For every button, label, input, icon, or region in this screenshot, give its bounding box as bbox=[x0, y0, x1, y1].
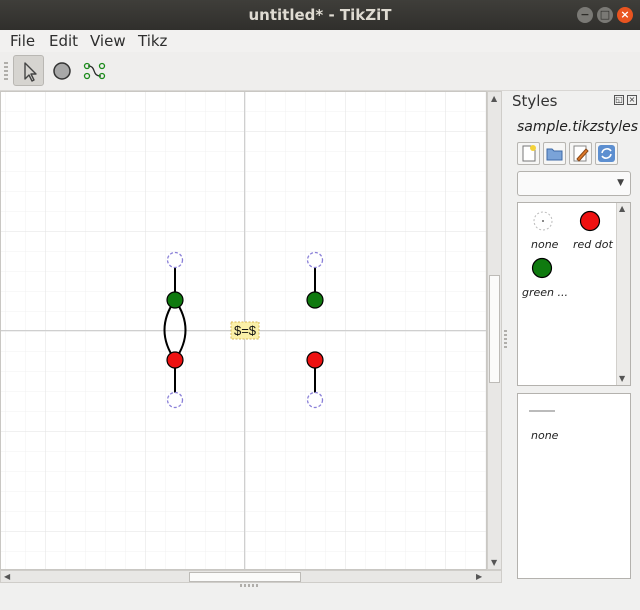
styles-panel: Styles ◱ × sample.tikzstyles ▼ ▲ ▼ none … bbox=[508, 91, 640, 586]
label-node-text: $=$ bbox=[234, 323, 257, 338]
title-bar: untitled* - TikZiT − □ × bbox=[0, 0, 640, 30]
red-dot-node[interactable] bbox=[166, 351, 184, 369]
none-style-swatch bbox=[533, 211, 553, 231]
float-panel-icon[interactable]: ◱ bbox=[614, 95, 624, 105]
refresh-icon bbox=[598, 145, 615, 162]
scroll-down-icon[interactable]: ▼ bbox=[491, 558, 497, 567]
scroll-right-icon[interactable]: ▶ bbox=[476, 572, 482, 581]
none-node[interactable] bbox=[166, 391, 184, 409]
scroll-down-icon[interactable]: ▼ bbox=[619, 374, 625, 383]
close-panel-icon[interactable]: × bbox=[627, 95, 637, 105]
none-node[interactable] bbox=[306, 391, 324, 409]
close-button[interactable]: × bbox=[617, 7, 633, 23]
open-folder-icon bbox=[546, 148, 563, 161]
new-style-button[interactable] bbox=[517, 142, 540, 165]
menu-view[interactable]: View bbox=[90, 32, 126, 50]
node-style-label: green ... bbox=[522, 286, 568, 299]
styles-panel-title: Styles bbox=[512, 92, 558, 110]
green-dot-swatch bbox=[531, 257, 553, 279]
bottom-resize-grip[interactable] bbox=[240, 584, 260, 587]
window-title: untitled* - TikZiT bbox=[248, 6, 392, 24]
green-dot-node[interactable] bbox=[166, 291, 184, 309]
edge-tool-button[interactable] bbox=[79, 55, 110, 86]
toolbar bbox=[0, 52, 640, 91]
pointer-icon bbox=[24, 62, 37, 82]
refresh-style-button[interactable] bbox=[595, 142, 618, 165]
menu-tikz[interactable]: Tikz bbox=[138, 32, 167, 50]
select-tool-button[interactable] bbox=[13, 55, 44, 86]
node-style-label: red dot bbox=[573, 238, 613, 251]
edge-style-swatch bbox=[529, 410, 555, 412]
scroll-up-icon[interactable]: ▲ bbox=[619, 204, 625, 213]
vertical-scrollbar[interactable]: ▲ ▼ bbox=[487, 91, 502, 570]
edge-style-list[interactable]: none bbox=[517, 393, 631, 579]
node-tool-button[interactable] bbox=[46, 55, 77, 86]
green-dot-node[interactable] bbox=[306, 291, 324, 309]
chevron-down-icon: ▼ bbox=[617, 178, 624, 188]
circle-icon bbox=[53, 62, 71, 80]
none-node[interactable] bbox=[306, 251, 324, 269]
vertical-scroll-thumb[interactable] bbox=[489, 275, 500, 383]
edge-style-label: none bbox=[531, 429, 559, 442]
styles-filename: sample.tikzstyles bbox=[517, 119, 639, 135]
red-dot-swatch bbox=[579, 210, 601, 232]
menu-bar: File Edit View Tikz bbox=[0, 30, 640, 52]
horizontal-scroll-thumb[interactable] bbox=[189, 572, 301, 582]
menu-edit[interactable]: Edit bbox=[49, 32, 78, 50]
none-node[interactable] bbox=[166, 251, 184, 269]
node-style-label: none bbox=[531, 238, 559, 251]
toolbar-grip[interactable] bbox=[4, 62, 8, 80]
edge-icon bbox=[83, 62, 106, 80]
scroll-left-icon[interactable]: ◀ bbox=[4, 572, 10, 581]
new-style-icon bbox=[522, 145, 536, 162]
horizontal-scrollbar[interactable]: ◀ ▶ bbox=[0, 570, 502, 583]
menu-file[interactable]: File bbox=[10, 32, 35, 50]
scroll-up-icon[interactable]: ▲ bbox=[491, 94, 497, 103]
tikz-canvas[interactable]: $=$ bbox=[0, 91, 487, 570]
edit-icon bbox=[573, 145, 589, 162]
node-style-list-scrollbar[interactable]: ▲ ▼ bbox=[616, 203, 630, 385]
minimize-button[interactable]: − bbox=[577, 7, 593, 23]
open-style-button[interactable] bbox=[543, 142, 566, 165]
panel-splitter[interactable] bbox=[504, 330, 507, 348]
style-category-dropdown[interactable]: ▼ bbox=[517, 171, 631, 196]
red-dot-node[interactable] bbox=[306, 351, 324, 369]
edit-style-button[interactable] bbox=[569, 142, 592, 165]
node-style-list[interactable]: ▲ ▼ none red dot green ... bbox=[517, 202, 631, 386]
maximize-button[interactable]: □ bbox=[597, 7, 613, 23]
graph-canvas[interactable]: $=$ bbox=[1, 92, 487, 570]
